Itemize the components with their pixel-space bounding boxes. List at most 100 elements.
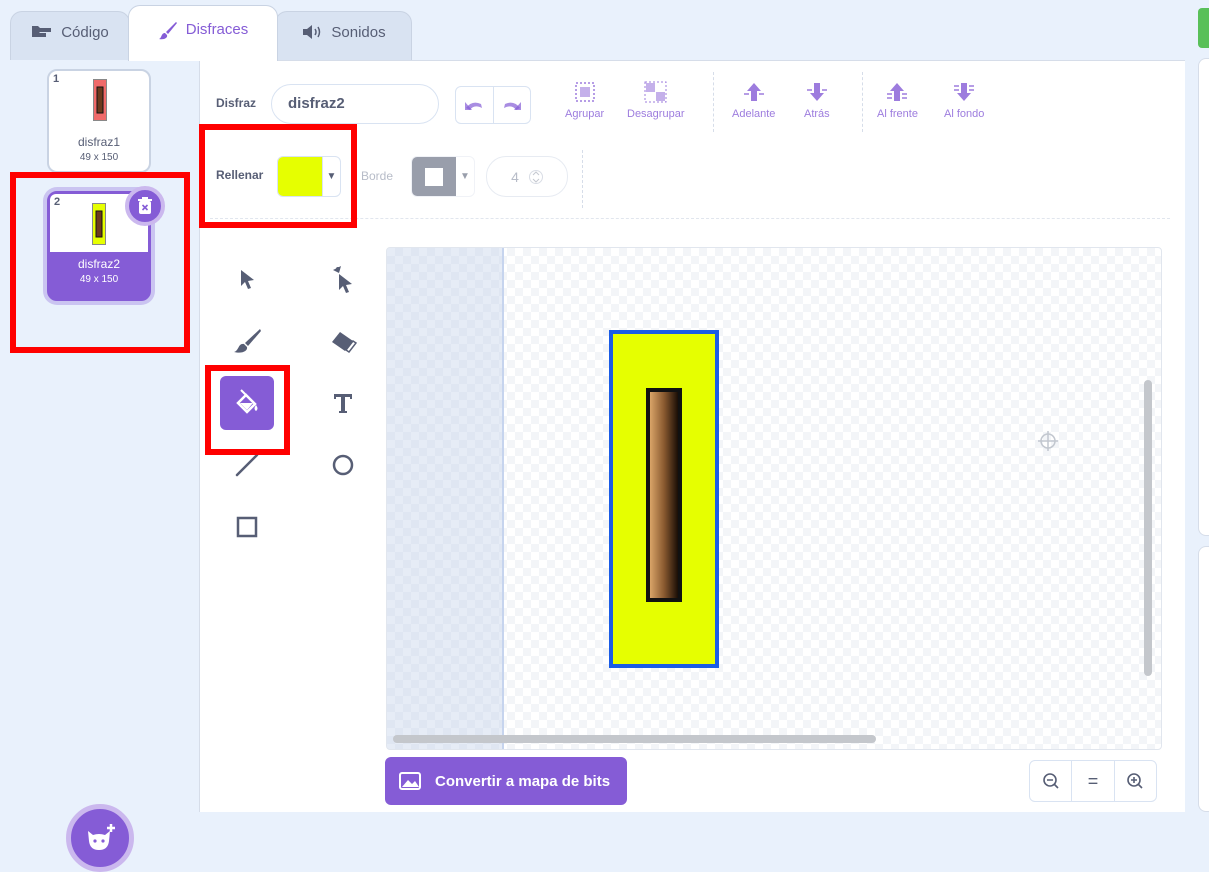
choose-costume-button[interactable] (66, 804, 134, 872)
tab-costumes-label: Disfraces (185, 21, 249, 38)
stepper-icon (528, 169, 543, 184)
group-button[interactable]: Agrupar (565, 80, 604, 120)
undo-button[interactable] (456, 87, 494, 123)
rectangle-icon (236, 516, 258, 538)
toolbar-divider (210, 218, 1170, 219)
tab-code-label: Código (61, 24, 109, 41)
arrow-down-icon (806, 83, 827, 101)
to-back-button[interactable]: Al fondo (944, 80, 984, 120)
group-icon (574, 82, 595, 102)
arrow-up-icon (743, 83, 764, 101)
zoom-reset-button[interactable]: = (1072, 761, 1115, 801)
text-tool[interactable] (316, 376, 370, 430)
canvas-offscreen-area (387, 248, 504, 749)
costume-item-1[interactable]: 1 disfraz1 49 x 150 (47, 69, 151, 173)
text-icon (334, 394, 352, 413)
backward-button[interactable]: Atrás (804, 80, 830, 120)
backward-label: Atrás (804, 108, 830, 120)
delete-costume-button[interactable] (125, 186, 165, 226)
speaker-icon (303, 25, 321, 39)
border-color-swatch (412, 157, 456, 196)
eraser-tool[interactable] (316, 314, 370, 368)
zoom-in-button[interactable] (1115, 761, 1156, 801)
trash-icon (138, 197, 152, 214)
costume-thumbnail (92, 203, 106, 245)
forward-label: Adelante (732, 108, 776, 120)
zoom-controls: = (1029, 760, 1157, 802)
line-icon (235, 453, 259, 477)
cat-plus-icon (88, 824, 115, 850)
undo-redo-group (455, 86, 531, 124)
to-back-label: Al fondo (944, 108, 985, 120)
costume-size: 49 x 150 (79, 274, 119, 285)
zoom-out-icon (1042, 773, 1059, 789)
select-tool[interactable] (220, 252, 274, 306)
tab-sounds-label: Sonidos (331, 24, 386, 41)
rectangle-tool[interactable] (220, 500, 274, 554)
zoom-out-button[interactable] (1030, 761, 1073, 801)
to-front-icon (887, 83, 908, 101)
tab-costumes[interactable]: Disfraces (128, 5, 278, 61)
costume-name: disfraz1 (77, 135, 121, 149)
border-width-value: 4 (511, 168, 519, 185)
brush-tool[interactable] (220, 314, 274, 368)
ungroup-icon (644, 81, 667, 103)
paint-bucket-icon (236, 389, 258, 414)
reshape-icon (333, 266, 352, 293)
group-label: Agrupar (565, 108, 605, 120)
redo-button[interactable] (494, 87, 531, 123)
border-width-input[interactable]: 4 (486, 156, 568, 197)
crosshair-icon (1038, 431, 1058, 451)
tab-bar: Código Disfraces Sonidos (0, 0, 1209, 61)
image-icon (399, 772, 421, 790)
to-front-button[interactable]: Al frente (877, 80, 918, 120)
costume-thumbnail (93, 79, 107, 121)
tab-code[interactable]: Código (10, 11, 130, 61)
ungroup-label: Desagrupar (627, 108, 685, 120)
brush-icon (158, 22, 177, 40)
dropdown-arrow-icon: ▼ (322, 157, 340, 196)
costume-number: 1 (53, 73, 60, 85)
fill-label: Rellenar (216, 168, 264, 182)
ungroup-button[interactable]: Desagrupar (627, 80, 684, 120)
reshape-tool[interactable] (316, 252, 370, 306)
circle-icon (332, 454, 354, 476)
forward-button[interactable]: Adelante (732, 80, 775, 120)
costume-size: 49 x 150 (79, 152, 119, 163)
toolbar-separator (713, 72, 714, 132)
dropdown-arrow-icon: ▼ (460, 171, 470, 182)
extension-strip (1198, 8, 1209, 48)
horizontal-scrollbar[interactable] (393, 735, 876, 743)
vertical-scrollbar[interactable] (1144, 380, 1152, 676)
convert-label: Convertir a mapa de bits (435, 772, 611, 790)
circle-tool[interactable] (316, 438, 370, 492)
to-front-label: Al frente (877, 108, 918, 120)
toolbar-separator (862, 72, 863, 132)
redo-icon (503, 102, 521, 110)
tab-sounds[interactable]: Sonidos (275, 11, 412, 61)
stage-panel-edge (1198, 58, 1209, 536)
convert-to-bitmap-button[interactable]: Convertir a mapa de bits (385, 757, 627, 805)
to-back-icon (954, 83, 975, 101)
costume-drawing (609, 330, 719, 668)
fill-color-picker[interactable]: ▼ (277, 156, 341, 197)
border-color-picker[interactable]: ▼ (411, 156, 475, 197)
costume-name: disfraz2 (77, 257, 121, 271)
line-tool[interactable] (220, 438, 274, 492)
code-blocks-icon (32, 26, 52, 37)
costume-name-input[interactable]: disfraz2 (271, 84, 439, 124)
costume-name-label: Disfraz (216, 96, 257, 110)
toolbar-separator (582, 150, 583, 208)
brush-icon (234, 329, 261, 353)
pointer-icon (241, 270, 254, 289)
border-label: Borde (361, 169, 394, 183)
fill-tool[interactable] (220, 376, 274, 430)
costume-list: 1 disfraz1 49 x 150 2 disfraz2 49 x 150 (0, 60, 200, 872)
eraser-icon (332, 332, 357, 353)
zoom-in-icon (1127, 773, 1143, 789)
sprite-panel-edge (1198, 546, 1209, 812)
undo-icon (465, 102, 483, 110)
paint-canvas[interactable] (386, 247, 1162, 750)
fill-color-swatch (278, 157, 322, 196)
costume-number: 2 (54, 196, 61, 208)
